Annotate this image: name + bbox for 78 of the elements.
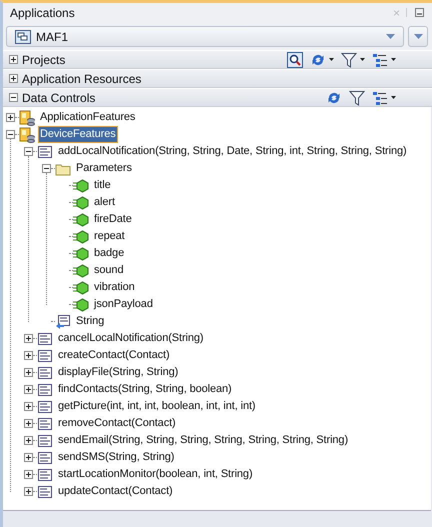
- tree-item[interactable]: findContacts(String, String, boolean): [56, 381, 234, 398]
- parameter-icon: [73, 228, 89, 244]
- tree-item[interactable]: String: [74, 313, 106, 330]
- parameter-icon: [73, 194, 89, 210]
- parameter-icon: [73, 296, 89, 312]
- caret-icon[interactable]: [386, 34, 395, 39]
- caret-icon: [360, 58, 365, 61]
- expand-toggle[interactable]: [24, 453, 33, 462]
- caret-icon: [414, 34, 422, 39]
- expand-toggle[interactable]: [24, 436, 33, 445]
- tree-item[interactable]: ApplicationFeatures: [38, 109, 138, 126]
- tree-item[interactable]: repeat: [92, 228, 127, 245]
- parameter-icon: [73, 246, 89, 262]
- tree-item[interactable]: jsonPayload: [92, 296, 155, 313]
- parameter-icon: [73, 212, 89, 228]
- tree-item[interactable]: sendSMS(String, String): [56, 449, 176, 466]
- parameter-icon: [73, 262, 89, 278]
- hierarchy-icon[interactable]: [372, 90, 388, 106]
- caret-icon: [329, 58, 334, 61]
- method-icon: [37, 484, 53, 500]
- dropdown-button[interactable]: [408, 26, 428, 47]
- data-control-icon: [19, 126, 35, 142]
- data-control-icon: [19, 110, 35, 126]
- section-header[interactable]: Application Resources: [3, 69, 432, 88]
- hierarchy-icon[interactable]: [372, 52, 388, 68]
- caret-icon: [391, 58, 396, 61]
- tree-item[interactable]: removeContact(Contact): [56, 415, 178, 432]
- tree-item[interactable]: alert: [92, 194, 117, 211]
- parameter-icon: [73, 280, 89, 296]
- tree-item[interactable]: getPicture(int, int, int, boolean, int, int, int): [56, 398, 258, 415]
- application-icon: [15, 28, 31, 44]
- tree-item[interactable]: title: [92, 177, 113, 194]
- tree-item[interactable]: fireDate: [92, 211, 134, 228]
- tree-item[interactable]: Parameters: [74, 160, 134, 177]
- tree-item[interactable]: vibration: [92, 279, 137, 296]
- tree-item[interactable]: displayFile(String, String): [56, 364, 180, 381]
- expand-toggle[interactable]: [6, 113, 15, 122]
- method-icon: [37, 466, 53, 482]
- panel-title: Applications: [10, 6, 76, 20]
- expand-toggle[interactable]: [9, 74, 18, 83]
- collapse-toggle[interactable]: [9, 93, 18, 102]
- method-icon: [37, 364, 53, 380]
- section-header[interactable]: Data Controls: [3, 88, 432, 107]
- method-icon: [37, 416, 53, 432]
- tree-item[interactable]: cancelLocalNotification(String): [56, 330, 206, 347]
- return-method-icon: [55, 314, 71, 330]
- menu-tool-button[interactable]: [339, 50, 367, 68]
- expand-toggle[interactable]: [24, 334, 33, 343]
- expand-toggle[interactable]: [24, 419, 33, 428]
- tree-item[interactable]: badge: [92, 245, 126, 262]
- method-icon: [37, 382, 53, 398]
- collapse-toggle[interactable]: [42, 164, 51, 173]
- collapse-toggle[interactable]: [6, 130, 15, 139]
- tree-item[interactable]: startLocationMonitor(boolean, int, String): [56, 466, 255, 483]
- expand-toggle[interactable]: [24, 402, 33, 411]
- expand-toggle[interactable]: [24, 351, 33, 360]
- expand-toggle[interactable]: [24, 385, 33, 394]
- tree-item[interactable]: sound: [92, 262, 126, 279]
- method-icon: [37, 348, 53, 364]
- tree-item[interactable]: DeviceFeatures: [38, 126, 118, 143]
- expand-toggle[interactable]: [24, 470, 33, 479]
- tree-item[interactable]: updateContact(Contact): [56, 483, 175, 500]
- method-icon: [37, 144, 53, 160]
- tree-item[interactable]: sendEmail(String, String, String, String, String, String, String): [56, 432, 350, 449]
- expand-toggle[interactable]: [24, 368, 33, 377]
- collapse-toggle[interactable]: [24, 147, 33, 156]
- tree-item[interactable]: createContact(Contact): [56, 347, 172, 364]
- parameter-icon: [73, 178, 89, 194]
- method-icon: [37, 398, 53, 414]
- expand-toggle[interactable]: [9, 55, 18, 64]
- method-icon: [37, 330, 53, 346]
- section-header[interactable]: Projects: [3, 50, 432, 69]
- method-icon: [37, 450, 53, 466]
- tree-item[interactable]: addLocalNotification(String, String, Date, String, int, String, String, String): [56, 143, 409, 160]
- application-dropdown[interactable]: MAF1: [6, 26, 404, 47]
- expand-toggle[interactable]: [24, 487, 33, 496]
- method-icon: [37, 432, 53, 448]
- caret-icon: [391, 96, 396, 99]
